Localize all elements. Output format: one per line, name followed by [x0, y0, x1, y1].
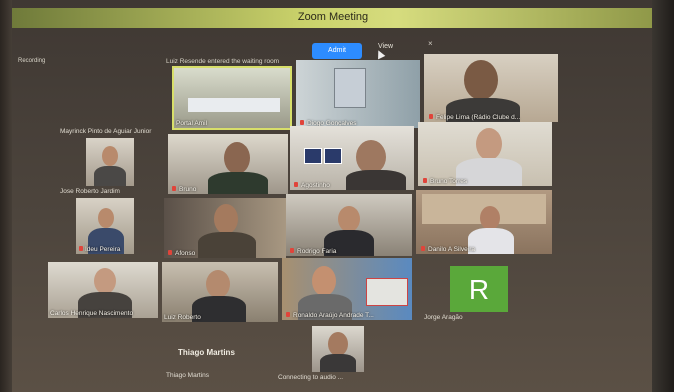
participant-name: Ronaldo Araújo Andrade T... [293, 312, 374, 319]
muted-mic-icon [172, 186, 176, 191]
window-title: Zoom Meeting [297, 11, 369, 23]
admit-button[interactable]: Admit [312, 43, 362, 59]
title-bar: Zoom Meeting [12, 8, 654, 28]
muted-mic-icon [300, 120, 304, 125]
participant-name: Felipe Lima (Rádio Clube d... [436, 114, 521, 121]
video-tile-portal-amil[interactable]: Portal Amil [172, 66, 292, 130]
video-tile-bruno-torres[interactable]: Bruno Torres [418, 122, 552, 186]
participant-head [338, 206, 360, 232]
participant-name: Bruno [179, 186, 197, 193]
participant-head [356, 140, 386, 174]
video-tile-bruno[interactable]: Bruno [168, 134, 288, 194]
video-tile-diogo-goncalves[interactable]: Diogo Gonçalves [296, 60, 420, 128]
participant-head [476, 128, 502, 160]
video-tile-ideu-pereira[interactable]: Ideu Pereira [76, 198, 134, 254]
participant-name: Agostinho [301, 182, 330, 189]
wall-picture [304, 148, 322, 164]
video-tile-afonso[interactable]: Afonso [164, 198, 286, 258]
video-tile-connecting[interactable] [312, 326, 364, 372]
participant-name: Mayrinck Pinto de Aguiar Junior [60, 128, 152, 135]
participant-name: Jorge Aragão [424, 314, 463, 321]
participant-name: Danilo A Silveira [428, 246, 475, 253]
participant-head [312, 266, 336, 296]
participant-head [224, 142, 250, 174]
active-speaker-name: Thiago Martins [178, 348, 235, 357]
waiting-room-notification: Luiz Resende entered the waiting room [166, 58, 280, 65]
window-background [334, 68, 366, 108]
video-tile-ronaldo-araujo-andrade[interactable]: Ronaldo Araújo Andrade T... [282, 258, 412, 320]
participant-name: Luiz Roberto [164, 314, 201, 321]
participant-name: Thiago Martins [166, 372, 209, 379]
video-tile-felipe-lima[interactable]: Felipe Lima (Rádio Clube d... [424, 54, 558, 122]
participant-head [98, 208, 114, 228]
video-tile-danilo-a-silveira[interactable]: Danilo A Silveira [416, 190, 552, 254]
video-tile-luiz-roberto[interactable]: Luiz Roberto [162, 262, 278, 322]
muted-mic-icon [294, 182, 298, 187]
connecting-status: Connecting to audio ... [278, 374, 344, 381]
wall-picture [324, 148, 342, 164]
participant-body [198, 232, 256, 258]
recording-indicator: Recording [18, 58, 46, 64]
muted-mic-icon [290, 248, 294, 253]
muted-mic-icon [429, 114, 433, 119]
participant-body [346, 170, 406, 190]
participant-name: Ideu Pereira [85, 246, 121, 253]
muted-mic-icon [79, 246, 83, 251]
participant-head [328, 332, 348, 356]
participant-body [94, 166, 126, 186]
participant-name: Bruno Torres [430, 178, 468, 185]
zoom-window: Zoom Meeting Recording Luiz Resende ente… [12, 0, 654, 392]
mouse-cursor-icon [374, 48, 386, 60]
participant-head [94, 268, 116, 294]
participant-name: Portal Amil [176, 120, 208, 127]
participant-head [480, 206, 500, 230]
conference-table [188, 98, 280, 112]
video-tile-carlos-henrique-nascimento[interactable]: Carlos Henrique Nascimento [48, 262, 158, 318]
participant-name: Afonso [175, 250, 196, 257]
participant-body [320, 354, 356, 372]
monitor-bezel-right [652, 0, 674, 392]
participant-head [102, 146, 118, 166]
video-tile-jose-roberto-jardim[interactable] [86, 138, 134, 186]
avatar-letter: R [468, 274, 490, 305]
participant-name: Carlos Henrique Nascimento [50, 310, 134, 317]
participant-body [208, 172, 268, 194]
participant-name: Jose Roberto Jardim [60, 188, 120, 195]
participant-head [206, 270, 230, 298]
muted-mic-icon [168, 250, 172, 255]
video-tile-agostinho[interactable]: Agostinho [290, 126, 414, 190]
muted-mic-icon [423, 178, 427, 183]
muted-mic-icon [286, 312, 290, 317]
video-tile-jorge-aragao[interactable]: R [450, 266, 508, 312]
close-notification-icon[interactable]: × [428, 39, 433, 48]
whiteboard [366, 278, 408, 306]
participant-head [464, 60, 498, 100]
participant-head [214, 204, 238, 234]
video-tile-rodrigo-faria[interactable]: Rodrigo Faria [286, 194, 412, 256]
participant-name: Rodrigo Faria [297, 248, 337, 255]
muted-mic-icon [421, 246, 425, 251]
